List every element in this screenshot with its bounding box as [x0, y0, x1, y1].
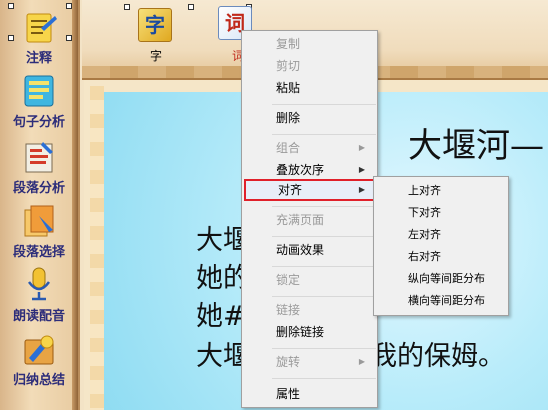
menu-item-copy[interactable]: 复制	[244, 33, 375, 55]
sidebar-item-label: 段落分析	[12, 181, 65, 196]
submenu-arrow-icon: ▶	[358, 165, 365, 174]
menu-separator	[272, 348, 376, 349]
menu-separator	[272, 266, 376, 267]
menu-item-fill-page[interactable]: 充满页面	[244, 209, 375, 231]
sidebar-item-label: 注释	[25, 51, 52, 66]
microphone-icon	[19, 266, 59, 304]
menu-item-order[interactable]: 叠放次序 ▶	[244, 159, 375, 181]
submenu-item-align-left[interactable]: 左对齐	[376, 224, 507, 246]
menu-item-rotate[interactable]: 旋转 ▶	[244, 351, 375, 373]
sidebar-item-paragraph-select[interactable]: 段落选择	[4, 202, 74, 260]
menu-separator	[272, 236, 376, 237]
sidebar-item-label: 段落选择	[12, 245, 65, 260]
paragraph-select-icon	[19, 202, 59, 240]
sidebar-item-label: 朗读配音	[12, 309, 65, 324]
sidebar-item-paragraph-analysis[interactable]: 段落分析	[4, 138, 74, 196]
align-submenu: 上对齐 下对齐 左对齐 右对齐 纵向等间距分布 横向等间距分布	[373, 176, 509, 316]
submenu-arrow-icon: ▶	[358, 185, 365, 194]
paragraph-analysis-icon	[19, 138, 59, 176]
slide-frame-border	[90, 86, 104, 410]
sidebar-item-annotation[interactable]: 注释	[4, 8, 74, 66]
submenu-item-align-right[interactable]: 右对齐	[376, 246, 507, 268]
submenu-arrow-icon: ▶	[358, 143, 365, 152]
menu-item-paste[interactable]: 粘贴	[244, 77, 375, 99]
slide-text-line[interactable]: 她#	[196, 294, 246, 333]
menu-separator	[272, 378, 376, 379]
menu-item-cut[interactable]: 剪切	[244, 55, 375, 77]
sidebar-item-read-aloud[interactable]: 朗读配音	[4, 266, 74, 324]
menu-item-align[interactable]: 对齐 ▶	[244, 179, 375, 201]
left-sidebar: 注释 句子分析 段落分析 段落选择 朗读配音 归纳总结	[0, 0, 80, 410]
menu-item-remove-link[interactable]: 删除链接	[244, 321, 375, 343]
sidebar-item-label: 句子分析	[12, 115, 65, 130]
menu-item-lock[interactable]: 锁定	[244, 269, 375, 291]
summary-icon	[19, 330, 59, 368]
sidebar-item-label: 归纳总结	[12, 373, 65, 388]
character-icon: 字	[145, 13, 165, 37]
menu-separator	[272, 104, 376, 105]
submenu-item-distribute-horizontal[interactable]: 横向等间距分布	[376, 290, 507, 312]
submenu-arrow-icon: ▶	[358, 357, 365, 366]
menu-item-animation[interactable]: 动画效果	[244, 239, 375, 261]
toolbar-item-label: 字	[150, 49, 163, 63]
selection-handle[interactable]	[188, 4, 194, 10]
submenu-item-align-top[interactable]: 上对齐	[376, 180, 507, 202]
submenu-item-align-bottom[interactable]: 下对齐	[376, 202, 507, 224]
slide-text-tail[interactable]: 我的保姆。	[370, 334, 505, 373]
context-menu: 复制 剪切 粘贴 删除 组合 ▶ 叠放次序 ▶ 对齐 ▶ 充满页面 动画效果 锁定 链…	[241, 30, 378, 408]
menu-separator	[272, 134, 376, 135]
sidebar-item-sentence-analysis[interactable]: 句子分析	[4, 72, 74, 130]
submenu-item-distribute-vertical[interactable]: 纵向等间距分布	[376, 268, 507, 290]
menu-separator	[272, 296, 376, 297]
toolbar-item-character[interactable]: 字	[138, 8, 172, 42]
selection-handle[interactable]	[124, 4, 130, 10]
menu-separator	[272, 206, 376, 207]
menu-item-delete[interactable]: 删除	[244, 107, 375, 129]
sentence-analysis-icon	[19, 72, 59, 110]
menu-item-link[interactable]: 链接	[244, 299, 375, 321]
annotation-icon	[19, 8, 59, 46]
slide-title[interactable]: 大堰河—	[408, 118, 544, 167]
menu-item-group[interactable]: 组合 ▶	[244, 137, 375, 159]
sidebar-item-summary[interactable]: 归纳总结	[4, 330, 74, 388]
menu-item-properties[interactable]: 属性	[244, 383, 375, 405]
